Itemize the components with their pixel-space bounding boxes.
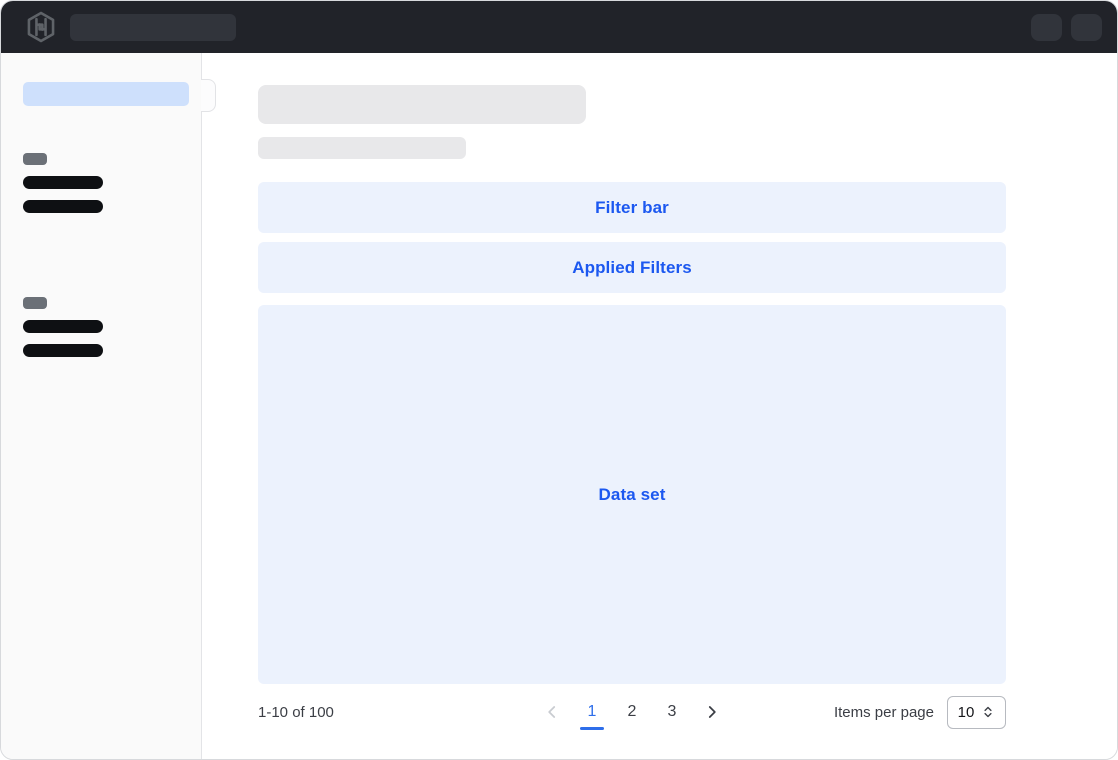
sidebar-item-placeholder[interactable] <box>23 200 103 213</box>
items-per-page: Items per page 10 <box>834 696 1006 729</box>
items-per-page-label: Items per page <box>834 704 934 721</box>
sidebar-item-placeholder[interactable] <box>23 176 103 189</box>
page-button-3[interactable]: 3 <box>660 694 684 730</box>
pagination: 1-10 of 100 1 2 3 <box>258 694 1006 730</box>
applied-filters-section: Applied Filters <box>258 242 1006 293</box>
navbar-action-button[interactable] <box>1071 14 1102 41</box>
sidebar-item-selected[interactable] <box>23 82 189 106</box>
sidebar-item-placeholder[interactable] <box>23 344 103 357</box>
filter-bar-section: Filter bar <box>258 182 1006 233</box>
items-per-page-select[interactable]: 10 <box>947 696 1006 729</box>
navbar-action-button[interactable] <box>1031 14 1062 41</box>
chevron-left-icon <box>544 704 560 720</box>
page-subtitle-placeholder <box>258 137 466 159</box>
navbar-search-placeholder[interactable] <box>70 14 236 41</box>
top-navbar <box>1 1 1117 53</box>
previous-page-button[interactable] <box>540 694 564 730</box>
main-area: Filter bar Applied Filters Data set 1-10… <box>202 53 1117 759</box>
caret-sort-icon <box>981 705 995 719</box>
navbar-actions <box>1031 14 1102 41</box>
chevron-right-icon <box>704 704 720 720</box>
page-title-placeholder <box>258 85 586 124</box>
pagination-range: 1-10 of 100 <box>258 704 540 721</box>
applied-filters-label: Applied Filters <box>572 258 692 278</box>
sidebar <box>1 53 202 759</box>
data-set-section: Data set <box>258 305 1006 684</box>
sidebar-item-placeholder[interactable] <box>23 320 103 333</box>
next-page-button[interactable] <box>700 694 724 730</box>
page-button-1[interactable]: 1 <box>580 694 604 730</box>
sidebar-collapse-toggle[interactable] <box>201 79 216 112</box>
pager: 1 2 3 <box>540 694 724 730</box>
items-per-page-value: 10 <box>958 704 975 721</box>
sidebar-section-label-placeholder <box>23 297 47 309</box>
data-set-label: Data set <box>599 485 666 505</box>
hashicorp-logo-icon <box>26 11 56 43</box>
app-window: Filter bar Applied Filters Data set 1-10… <box>0 0 1118 760</box>
filter-bar-label: Filter bar <box>595 198 669 218</box>
page-content: Filter bar Applied Filters Data set 1-10… <box>258 85 1006 730</box>
sidebar-section-label-placeholder <box>23 153 47 165</box>
page-button-2[interactable]: 2 <box>620 694 644 730</box>
